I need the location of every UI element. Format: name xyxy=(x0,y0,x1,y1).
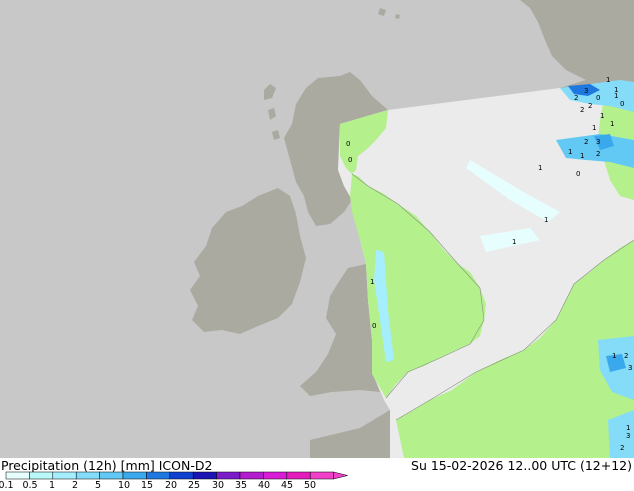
legend-tick: 10 xyxy=(117,480,131,491)
precip-label: 0 xyxy=(372,322,376,330)
precip-label: 3 xyxy=(628,364,632,372)
legend-swatch xyxy=(239,471,264,480)
legend-tick: 0.1 xyxy=(0,480,14,491)
legend-tick: 25 xyxy=(187,480,201,491)
legend-swatch xyxy=(5,471,30,480)
precip-label: 0 xyxy=(620,100,624,108)
precip-label: 1 xyxy=(606,76,610,84)
precip-label: 2 xyxy=(574,94,578,102)
precip-label: 2 xyxy=(596,150,600,158)
precip-label: 1 xyxy=(612,352,616,360)
precip-label: 2 xyxy=(624,352,628,360)
precip-label: 3 xyxy=(626,432,630,440)
legend-swatch xyxy=(216,471,241,480)
precip-label: 2 xyxy=(620,444,624,452)
precip-label: 2 xyxy=(580,106,584,114)
legend-tick: 5 xyxy=(94,480,102,491)
legend-swatch xyxy=(169,471,194,480)
legend-tick: 2 xyxy=(71,480,79,491)
legend-swatch xyxy=(263,471,288,480)
precip-label: 1 xyxy=(580,152,584,160)
precip-label: 2 xyxy=(584,138,588,146)
legend-arrow xyxy=(333,471,348,480)
legend-tick: 1 xyxy=(48,480,56,491)
legend-tick: 45 xyxy=(280,480,294,491)
precip-label: 0 xyxy=(576,170,580,178)
precip-label: 0 xyxy=(348,156,352,164)
legend-tick: 35 xyxy=(234,480,248,491)
legend-swatch xyxy=(122,471,147,480)
legend-swatch xyxy=(286,471,311,480)
legend-tick: 20 xyxy=(164,480,178,491)
precip-label: 1 xyxy=(626,424,630,432)
map-footer: Precipitation (12h) [mm] ICON-D2 Su 15-0… xyxy=(0,458,634,491)
precip-label: 2 xyxy=(588,102,592,110)
legend-swatch xyxy=(29,471,54,480)
precip-label: 0 xyxy=(346,140,350,148)
precip-label: 1 xyxy=(600,112,604,120)
precip-label: 1 xyxy=(370,278,374,286)
precip-label: 1 xyxy=(568,148,572,156)
legend-swatch xyxy=(75,471,100,480)
legend-swatch xyxy=(99,471,124,480)
legend-tick: 40 xyxy=(257,480,271,491)
precip-label: 1 xyxy=(544,216,548,224)
legend-tick: 50 xyxy=(303,480,317,491)
legend-swatch xyxy=(146,471,171,480)
legend-swatch xyxy=(192,471,217,480)
precip-label: 1 xyxy=(512,238,516,246)
precip-label: 1 xyxy=(538,164,542,172)
legend-swatch xyxy=(52,471,77,480)
legend-tick: 0.5 xyxy=(22,480,38,491)
precip-label: 1 xyxy=(592,124,596,132)
precip-label: 0 xyxy=(596,94,600,102)
precip-label: 3 xyxy=(584,87,588,95)
precipitation-map: 1 2 3 0 1 2 1 0 1 2 3 1 1 2 0 1 1 0 0 1 … xyxy=(0,0,634,458)
legend-tick: 30 xyxy=(211,480,225,491)
legend-swatch xyxy=(309,471,334,480)
legend-tick: 15 xyxy=(140,480,154,491)
precip-label: 1 xyxy=(610,120,614,128)
precip-label: 3 xyxy=(596,138,600,146)
precip-label: 1 xyxy=(614,92,618,100)
legend-ticks: 0.1 0.5 1 2 5 10 15 20 25 30 35 40 45 50 xyxy=(0,480,634,491)
